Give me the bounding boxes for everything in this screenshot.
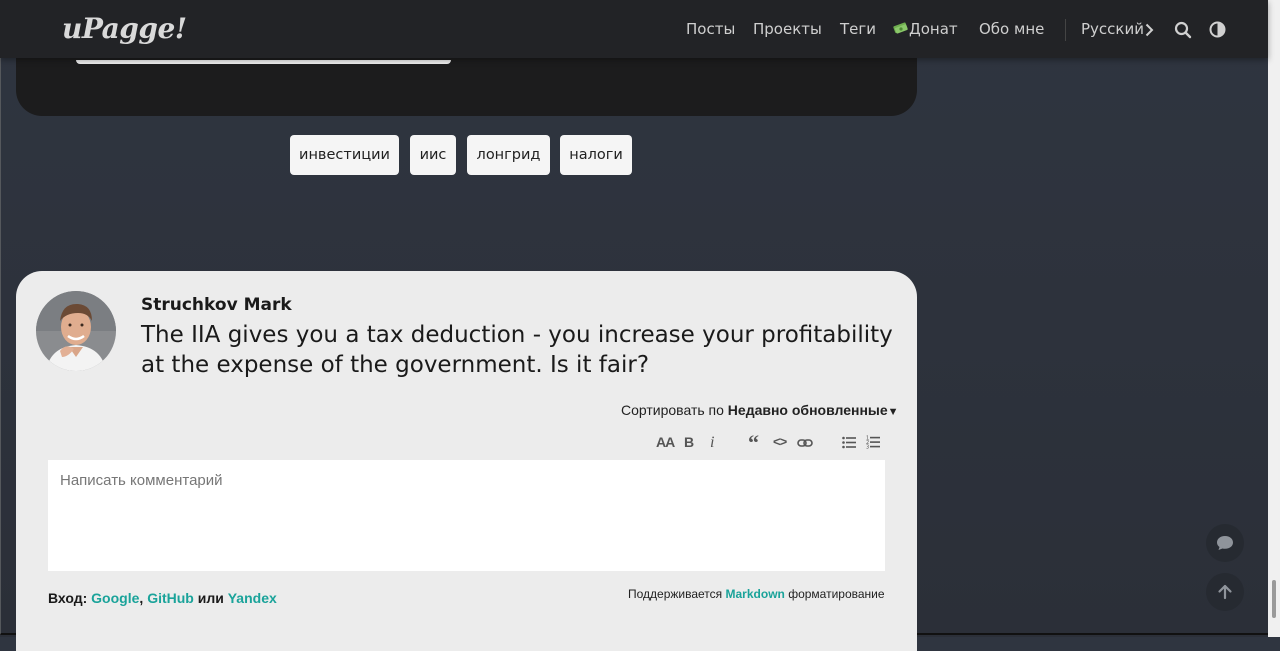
top-navbar: uPagge! Посты Проекты Теги Донат Обо мне…	[0, 0, 1268, 58]
sort-label: Сортировать по	[621, 402, 724, 418]
nav-projects[interactable]: Проекты	[753, 20, 822, 38]
scrollbar-thumb[interactable]	[1272, 580, 1276, 618]
code-button[interactable]: <>	[773, 434, 787, 452]
comment-quote: The IIA gives you a tax deduction - you …	[141, 322, 893, 378]
theme-toggle-icon[interactable]	[1209, 21, 1226, 42]
bold-button[interactable]: B	[684, 434, 694, 452]
italic-button[interactable]: i	[710, 434, 714, 452]
nav-tags[interactable]: Теги	[840, 20, 876, 38]
font-size-icon: AA	[656, 434, 675, 450]
bulleted-list-button[interactable]	[842, 436, 856, 454]
code-icon: <>	[773, 434, 787, 449]
quote-button[interactable]: “	[748, 430, 759, 455]
chevron-right-icon[interactable]	[1145, 22, 1154, 41]
comment-input[interactable]	[48, 460, 885, 571]
nav-divider	[1065, 19, 1066, 41]
arrow-up-icon	[1218, 584, 1232, 600]
numbered-list-icon: 123	[866, 436, 880, 452]
numbered-list-button[interactable]: 123	[866, 435, 880, 453]
tag-chip[interactable]: иис	[410, 135, 456, 175]
search-icon[interactable]	[1174, 21, 1192, 43]
tag-chip[interactable]: лонгрид	[467, 135, 550, 175]
nav-about[interactable]: Обо мне	[979, 20, 1044, 38]
markdown-prefix: Поддерживается	[628, 587, 723, 601]
link-icon	[797, 436, 813, 452]
caret-down-icon: ▼	[887, 406, 899, 418]
money-icon	[893, 21, 909, 35]
nav-posts[interactable]: Посты	[686, 20, 735, 38]
comments-fab[interactable]	[1206, 524, 1244, 562]
tag-chip[interactable]: инвестиции	[290, 135, 399, 175]
login-or: или	[197, 590, 224, 606]
login-links: Вход: Google, GitHub или Yandex	[48, 590, 277, 606]
login-yandex-link[interactable]: Yandex	[228, 590, 277, 606]
italic-icon: i	[710, 434, 715, 451]
login-github-link[interactable]: GitHub	[147, 590, 194, 606]
comment-icon	[1217, 536, 1233, 550]
sort-value: Недавно обновленные	[727, 402, 888, 418]
font-size-button[interactable]: AA	[656, 434, 675, 452]
login-google-link[interactable]: Google	[91, 590, 139, 606]
svg-text:3: 3	[866, 445, 869, 450]
bold-icon: B	[684, 434, 695, 450]
site-logo[interactable]: uPagge!	[62, 12, 187, 45]
scrollbar-track[interactable]	[1268, 0, 1280, 637]
avatar	[36, 291, 116, 371]
nav-donate[interactable]: Донат	[893, 20, 958, 38]
sort-dropdown[interactable]: Сортировать по Недавно обновленные▼	[621, 402, 899, 418]
nav-donate-label: Донат	[909, 20, 958, 38]
quote-icon: “	[748, 430, 759, 455]
language-switcher[interactable]: Русский	[1081, 20, 1144, 38]
tag-chip[interactable]: налоги	[560, 135, 632, 175]
login-label: Вход:	[48, 590, 88, 606]
bulleted-list-icon	[842, 436, 856, 452]
link-button[interactable]	[797, 436, 813, 454]
markdown-suffix: форматирование	[788, 587, 885, 601]
markdown-link[interactable]: Markdown	[726, 587, 785, 601]
comment-author: Struchkov Mark	[141, 295, 292, 315]
scroll-to-top-button[interactable]	[1206, 573, 1244, 611]
markdown-note: Поддерживается Markdown форматирование	[628, 587, 885, 601]
article-card-bar	[76, 60, 451, 64]
